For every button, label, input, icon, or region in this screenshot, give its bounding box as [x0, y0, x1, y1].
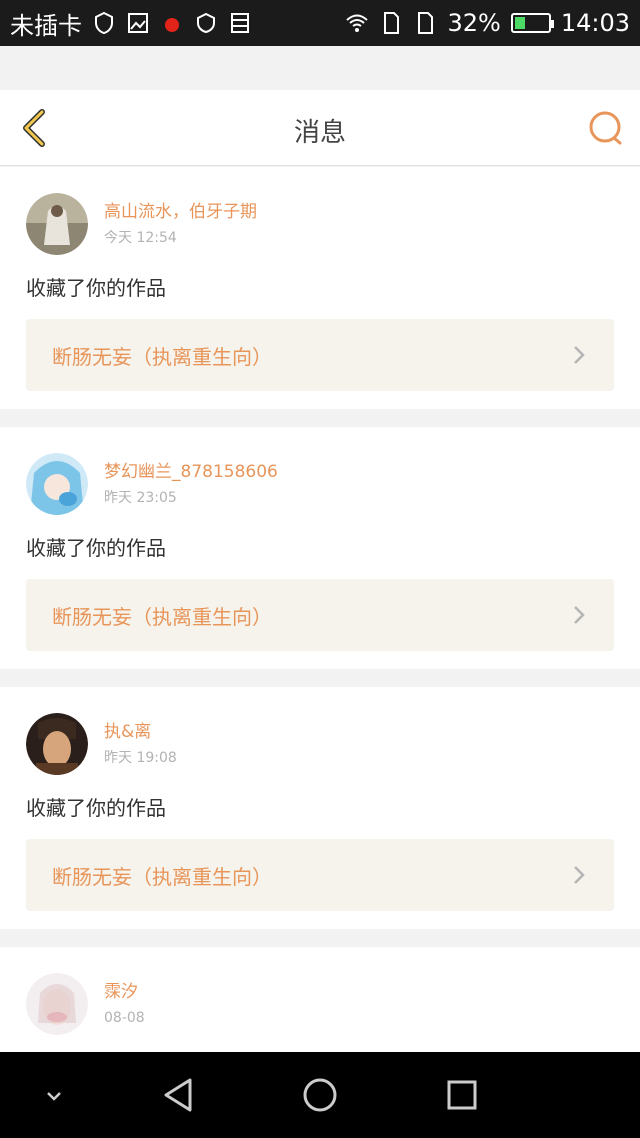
notification-item: 执&离 昨天 19:08 收藏了你的作品 断肠无妄（执离重生向）	[0, 687, 640, 929]
system-nav-bar	[0, 1052, 640, 1138]
carrier-label: 未插卡	[10, 11, 82, 40]
timestamp: 今天 12:54	[104, 230, 177, 246]
timestamp: 08-08	[104, 1010, 145, 1026]
action-text: 收藏了你的作品	[26, 276, 166, 300]
timestamp: 昨天 23:05	[104, 490, 177, 506]
gallery-icon	[128, 13, 148, 33]
work-title: 断肠无妄（执离重生向）	[52, 864, 272, 889]
work-link[interactable]: 断肠无妄（执离重生向）	[26, 839, 614, 911]
work-title: 断肠无妄（执离重生向）	[52, 344, 272, 369]
chevron-right-icon	[574, 866, 585, 884]
timestamp: 昨天 19:08	[104, 750, 177, 766]
security-icon	[197, 12, 215, 34]
username[interactable]: 执&离	[104, 721, 177, 743]
home-circle-icon[interactable]	[302, 1076, 338, 1114]
notification-item: 高山流水，伯牙子期 今天 12:54 收藏了你的作品 断肠无妄（执离重生向）	[0, 167, 640, 409]
huawei-icon	[165, 18, 179, 32]
username[interactable]: 高山流水，伯牙子期	[104, 201, 257, 223]
top-spacer	[0, 46, 640, 90]
hide-keyboard-icon[interactable]	[42, 1084, 66, 1108]
recents-square-icon[interactable]	[444, 1076, 480, 1114]
avatar[interactable]	[26, 453, 88, 515]
action-text: 收藏了你的作品	[26, 796, 166, 820]
back-triangle-icon[interactable]	[160, 1076, 196, 1114]
avatar[interactable]	[26, 193, 88, 255]
page-title: 消息	[293, 118, 346, 148]
chevron-right-icon	[574, 606, 585, 624]
avatar[interactable]	[26, 713, 88, 775]
sim-icon	[384, 12, 400, 34]
avatar[interactable]	[26, 973, 88, 1035]
wifi-icon	[346, 14, 369, 32]
shield-wifi-icon	[95, 11, 113, 35]
chevron-right-icon	[574, 346, 585, 364]
storage-icon	[231, 13, 249, 33]
clock: 14:03	[560, 9, 630, 37]
battery-percent: 32%	[447, 9, 501, 37]
notification-list: 高山流水，伯牙子期 今天 12:54 收藏了你的作品 断肠无妄（执离重生向） 梦…	[0, 167, 640, 1057]
status-bar: 未插卡 32% 14:03	[0, 0, 640, 46]
work-link[interactable]: 断肠无妄（执离重生向）	[26, 579, 614, 651]
username[interactable]: 霂汐	[104, 981, 145, 1003]
work-link[interactable]: 断肠无妄（执离重生向）	[26, 319, 614, 391]
app-header: 消息	[0, 90, 640, 166]
username[interactable]: 梦幻幽兰_878158606	[104, 461, 278, 483]
notification-item: 霂汐 08-08	[0, 947, 640, 1057]
search-icon[interactable]	[588, 110, 624, 146]
sim2-icon	[418, 12, 434, 34]
notification-item: 梦幻幽兰_878158606 昨天 23:05 收藏了你的作品 断肠无妄（执离重…	[0, 427, 640, 669]
action-text: 收藏了你的作品	[26, 536, 166, 560]
battery-icon	[510, 13, 554, 33]
work-title: 断肠无妄（执离重生向）	[52, 604, 272, 629]
